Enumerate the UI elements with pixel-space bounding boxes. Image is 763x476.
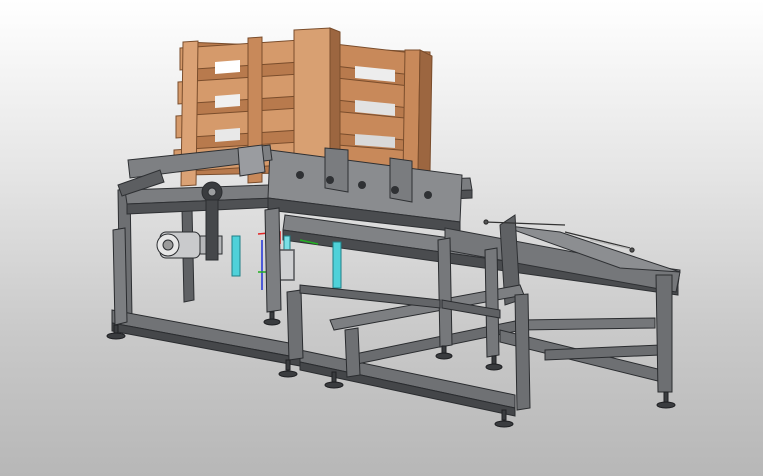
cad-viewport[interactable] (0, 0, 763, 476)
leveling-foot-icon (263, 311, 281, 326)
leveling-foot-icon (485, 355, 503, 371)
model-scene[interactable] (0, 0, 763, 476)
conveyor-deck (117, 144, 681, 306)
leveling-foot-icon (435, 345, 453, 360)
leveling-foot-icon (656, 391, 676, 409)
